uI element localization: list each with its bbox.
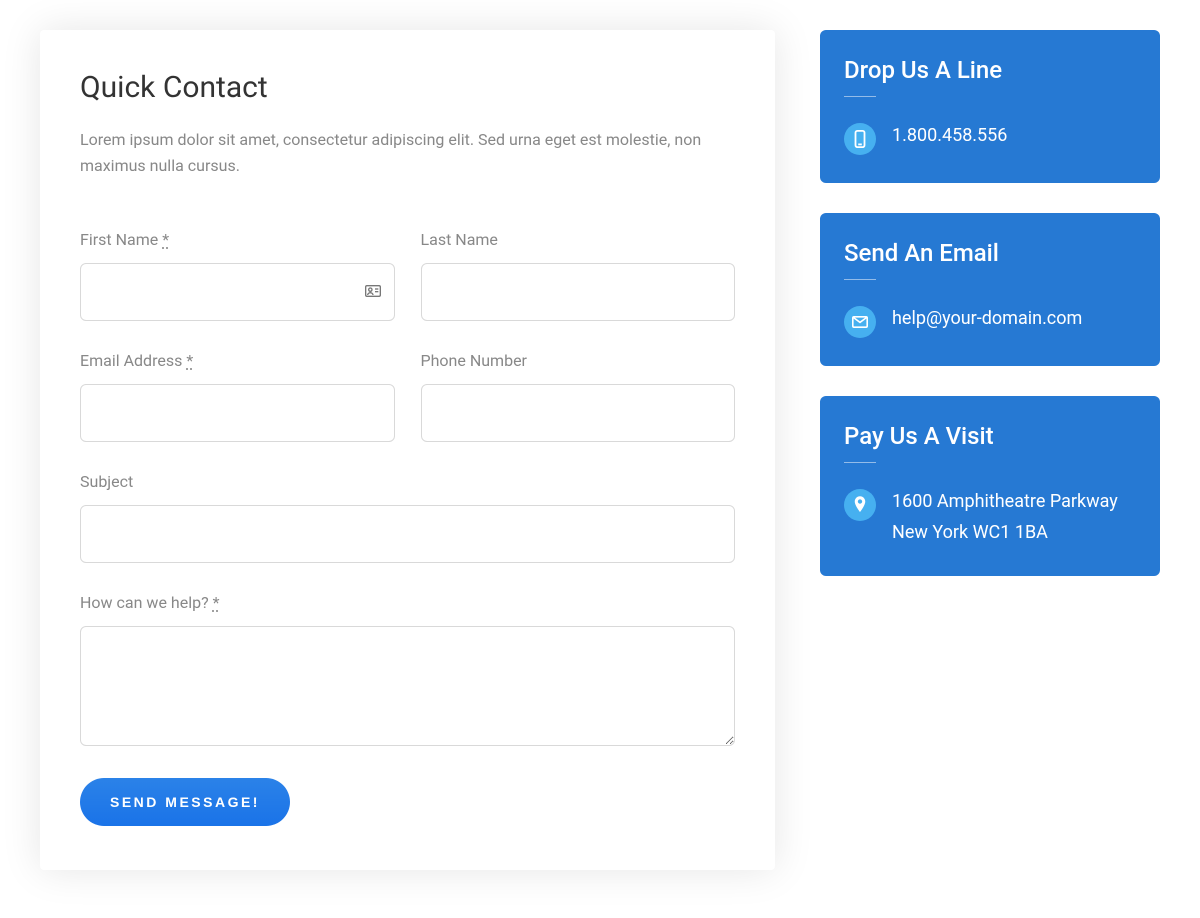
row-name: First Name * Last [80, 230, 735, 321]
group-subject: Subject [80, 472, 735, 563]
required-mark: * [213, 593, 220, 612]
required-mark: * [162, 230, 169, 249]
required-mark: * [186, 351, 193, 370]
sidebar: Drop Us A Line 1.800.458.556 Send An Ema… [820, 30, 1160, 888]
contact-card-icon [365, 283, 381, 302]
pin-icon [844, 489, 876, 521]
row-contact: Email Address * Phone Number [80, 351, 735, 442]
form-title: Quick Contact [80, 70, 735, 105]
info-card-phone: Drop Us A Line 1.800.458.556 [820, 30, 1160, 183]
label-message: How can we help? * [80, 593, 735, 612]
mobile-icon [844, 123, 876, 155]
group-email: Email Address * [80, 351, 395, 442]
email-input[interactable] [80, 384, 395, 442]
last-name-input[interactable] [421, 263, 736, 321]
first-name-input[interactable] [80, 263, 395, 321]
group-message: How can we help? * [80, 593, 735, 746]
info-card-email: Send An Email help@your-domain.com [820, 213, 1160, 366]
contact-card: Quick Contact Lorem ipsum dolor sit amet… [40, 30, 775, 870]
row-subject: Subject [80, 472, 735, 563]
group-first-name: First Name * [80, 230, 395, 321]
info-row: help@your-domain.com [844, 304, 1136, 338]
label-email: Email Address * [80, 351, 395, 370]
info-row: 1600 Amphitheatre Parkway New York WC1 1… [844, 487, 1136, 548]
phone-input[interactable] [421, 384, 736, 442]
info-row: 1.800.458.556 [844, 121, 1136, 155]
label-first-name: First Name * [80, 230, 395, 249]
divider [844, 96, 876, 97]
label-phone: Phone Number [421, 351, 736, 370]
info-card-address: Pay Us A Visit 1600 Amphitheatre Parkway… [820, 396, 1160, 576]
group-last-name: Last Name [421, 230, 736, 321]
divider [844, 279, 876, 280]
row-message: How can we help? * [80, 593, 735, 746]
info-title-phone: Drop Us A Line [844, 56, 1136, 84]
label-subject: Subject [80, 472, 735, 491]
info-text-email: help@your-domain.com [892, 304, 1082, 335]
info-text-phone: 1.800.458.556 [892, 121, 1007, 152]
subject-input[interactable] [80, 505, 735, 563]
divider [844, 462, 876, 463]
envelope-icon [844, 306, 876, 338]
group-phone: Phone Number [421, 351, 736, 442]
message-textarea[interactable] [80, 626, 735, 746]
label-last-name: Last Name [421, 230, 736, 249]
info-text-address: 1600 Amphitheatre Parkway New York WC1 1… [892, 487, 1136, 548]
form-description: Lorem ipsum dolor sit amet, consectetur … [80, 127, 735, 178]
form-column: Quick Contact Lorem ipsum dolor sit amet… [40, 30, 775, 888]
info-title-address: Pay Us A Visit [844, 422, 1136, 450]
send-message-button[interactable]: SEND MESSAGE! [80, 778, 290, 826]
info-title-email: Send An Email [844, 239, 1136, 267]
